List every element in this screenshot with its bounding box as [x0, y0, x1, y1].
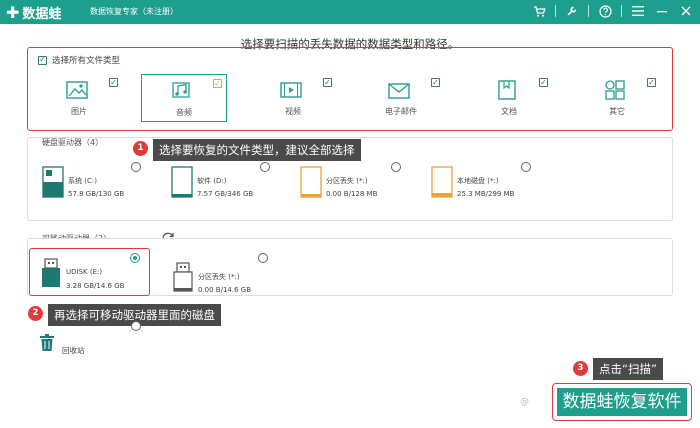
email-checkbox[interactable]: ✓: [431, 78, 440, 87]
select-all-label: 选择所有文件类型: [52, 56, 121, 66]
audio-checkbox[interactable]: ✓: [213, 79, 222, 88]
file-type-email[interactable]: ✓ 电子邮件: [358, 74, 444, 122]
drive-name: 本地磁盘 (*:): [457, 177, 499, 185]
file-type-label: 其它: [609, 107, 625, 116]
usb-drive-icon: [173, 262, 193, 292]
app-subtitle: 数据恢复专家（未注册）: [90, 7, 178, 16]
drive-removable-lost[interactable]: 分区丢失 (*:) 0.00 B/14.6 GB: [172, 262, 272, 296]
file-type-label: 视频: [285, 107, 301, 116]
other-icon: [605, 80, 625, 100]
drive-icon: [171, 166, 193, 198]
divider: [555, 5, 556, 17]
drive-udisk-radio[interactable]: [130, 253, 140, 263]
drive-d-radio[interactable]: [260, 162, 270, 172]
drive-size: 57.8 GB/130 GB: [68, 190, 125, 198]
step-badge-3: 3: [573, 361, 588, 376]
drive-size: 0.00 B/128 MB: [326, 190, 378, 198]
recycle-bin-radio[interactable]: [131, 321, 141, 331]
email-icon: [388, 83, 410, 99]
usb-drive-icon: [42, 258, 60, 287]
divider: [588, 5, 589, 17]
recycle-bin-icon[interactable]: [40, 334, 54, 351]
scan-button[interactable]: 数据蛙恢复软件: [557, 388, 687, 416]
help-icon[interactable]: [597, 3, 613, 19]
title-bar: ✚ 数据蛙 数据恢复专家（未注册）: [0, 0, 700, 24]
document-checkbox[interactable]: ✓: [539, 78, 548, 87]
drive-icon: [431, 166, 453, 198]
cart-icon[interactable]: [531, 3, 547, 19]
audio-icon: [172, 82, 190, 98]
file-type-video[interactable]: ✓ 视频: [250, 74, 336, 122]
file-type-document[interactable]: ✓ 文档: [466, 74, 552, 122]
plus-logo-icon: ✚: [6, 2, 20, 22]
drive-name: 分区丢失 (*:): [198, 273, 240, 281]
drive-udisk[interactable]: UDISK (E:) 3.28 GB/14.6 GB: [40, 258, 145, 292]
file-type-label: 音频: [176, 108, 192, 117]
close-icon[interactable]: [678, 3, 694, 19]
other-checkbox[interactable]: ✓: [647, 78, 656, 87]
minimize-icon[interactable]: [654, 3, 670, 19]
hard-drives-title: 硬盘驱动器（4）: [42, 138, 104, 147]
drive-name: 软件 (D:): [197, 177, 227, 185]
callout-step-1: 选择要恢复的文件类型，建议全部选择: [153, 139, 361, 161]
file-types-panel: ✓ 选择所有文件类型 ✓ 图片 ✓ 音频 ✓ 视频 ✓ 电子邮件 ✓ 文档 ✓ …: [27, 47, 673, 131]
callout-step-3: 点击“扫描”: [593, 358, 663, 380]
file-type-other[interactable]: ✓ 其它: [574, 74, 660, 122]
file-type-audio[interactable]: ✓ 音频: [141, 74, 227, 122]
drive-name: 分区丢失 (*:): [326, 177, 368, 185]
file-type-label: 图片: [71, 107, 87, 116]
image-checkbox[interactable]: ✓: [109, 78, 118, 87]
drive-size: 0.00 B/14.6 GB: [198, 286, 252, 294]
file-type-label: 文档: [501, 107, 517, 116]
video-checkbox[interactable]: ✓: [323, 78, 332, 87]
menu-icon[interactable]: [630, 3, 646, 19]
drive-size: 3.28 GB/14.6 GB: [66, 282, 125, 290]
drive-lost-radio[interactable]: [391, 162, 401, 172]
image-icon: [66, 81, 88, 99]
select-all-types[interactable]: ✓ 选择所有文件类型: [38, 54, 120, 66]
drive-size: 25.3 MB/299 MB: [457, 190, 515, 198]
step-badge-2: 2: [28, 306, 43, 321]
select-all-checkbox[interactable]: ✓: [38, 55, 47, 65]
file-type-label: 电子邮件: [385, 107, 417, 116]
watermark: @: [520, 397, 529, 407]
drive-name: UDISK (E:): [66, 268, 103, 276]
recycle-bin-label[interactable]: 回收站: [62, 345, 85, 356]
drive-size: 7.57 GB/346 GB: [197, 190, 254, 198]
divider: [621, 5, 622, 17]
drive-name: 系统 (C:): [68, 177, 97, 185]
document-icon: [498, 80, 516, 100]
wrench-icon[interactable]: [564, 3, 580, 19]
app-logo: ✚ 数据蛙: [6, 3, 61, 22]
drive-c-radio[interactable]: [131, 162, 141, 172]
drive-local-radio[interactable]: [521, 162, 531, 172]
drive-removable-lost-radio[interactable]: [258, 253, 268, 263]
video-icon: [280, 82, 302, 98]
step-badge-1: 1: [133, 141, 148, 156]
system-drive-icon: [42, 166, 64, 198]
file-type-image[interactable]: ✓ 图片: [36, 74, 122, 122]
app-name: 数据蛙: [22, 7, 62, 22]
drive-icon: [300, 166, 322, 198]
